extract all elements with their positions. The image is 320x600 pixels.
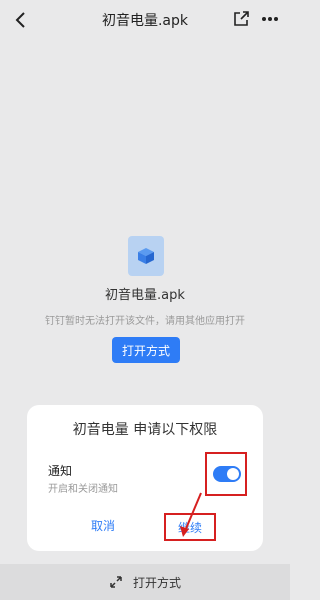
unsupported-hint: 钉钉暂时无法打开该文件，请用其他应用打开 bbox=[45, 316, 245, 327]
expand-arrows-icon bbox=[109, 575, 123, 589]
page-title: 初音电量.apk bbox=[101, 13, 189, 29]
file-name: 初音电量.apk bbox=[105, 288, 185, 303]
share-external-icon[interactable] bbox=[232, 10, 250, 28]
permission-description: 开启和关闭通知 bbox=[48, 484, 118, 495]
permission-name: 通知 bbox=[48, 464, 73, 478]
bottom-open-with-label: 打开方式 bbox=[132, 575, 181, 590]
chevron-left-icon[interactable] bbox=[10, 9, 32, 31]
more-horizontal-icon[interactable] bbox=[260, 10, 280, 28]
bottom-bar[interactable]: 打开方式 bbox=[0, 564, 290, 600]
highlight-box-toggle bbox=[205, 452, 247, 496]
permission-dialog: 初音电量 申请以下权限 通知 开启和关闭通知 取消 继续 bbox=[27, 405, 263, 551]
top-bar: 初音电量.apk bbox=[0, 0, 290, 40]
cube-file-icon bbox=[128, 236, 164, 276]
continue-button[interactable]: 继续 bbox=[164, 513, 216, 541]
open-with-button[interactable]: 打开方式 bbox=[112, 337, 180, 363]
cancel-button[interactable]: 取消 bbox=[91, 517, 115, 534]
dialog-title: 初音电量 申请以下权限 bbox=[72, 422, 218, 438]
